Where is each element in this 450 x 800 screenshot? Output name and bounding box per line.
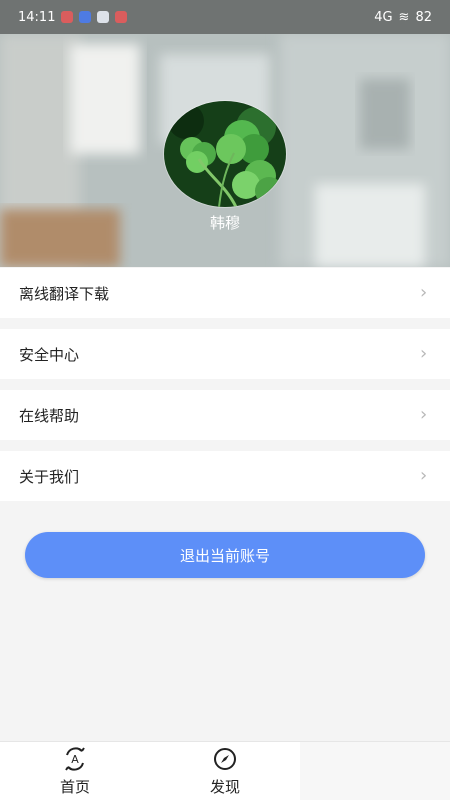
profile-header: 韩穆: [0, 34, 450, 267]
app-icon: [79, 11, 92, 23]
menu-item-label: 离线翻译下载: [19, 284, 110, 303]
notification-icon: [61, 11, 74, 23]
chevron-right-icon: ›: [420, 343, 428, 364]
clover-image: [164, 101, 286, 207]
network-text: 4G: [374, 9, 393, 25]
empty-tab-area: [300, 742, 450, 800]
wifi-icon: ≋: [398, 9, 410, 25]
chevron-right-icon: ›: [420, 465, 428, 486]
time-text: 14:11: [18, 9, 56, 25]
menu-item-label: 安全中心: [19, 345, 80, 364]
translate-icon: A: [65, 747, 85, 771]
bottom-tab-bar: A 首页 发现: [0, 741, 450, 800]
security-center-item[interactable]: 安全中心 ›: [0, 329, 450, 379]
message-icon: [97, 11, 110, 23]
tab-label: 发现: [209, 778, 240, 796]
tab-discover[interactable]: 发现: [150, 742, 300, 800]
menu-item-label: 在线帮助: [19, 406, 80, 425]
logout-button[interactable]: 退出当前账号: [25, 532, 425, 578]
username: 韩穆: [209, 214, 240, 232]
chevron-right-icon: ›: [420, 404, 428, 425]
about-us-item[interactable]: 关于我们 ›: [0, 451, 450, 501]
menu-item-label: 关于我们: [19, 467, 80, 486]
avatar[interactable]: [164, 101, 286, 207]
chevron-right-icon: ›: [420, 282, 428, 303]
compass-icon: [214, 748, 236, 770]
notification-icon-2: [115, 11, 128, 23]
tab-label: 首页: [59, 778, 90, 796]
online-help-item[interactable]: 在线帮助 ›: [0, 390, 450, 440]
tab-home[interactable]: A 首页: [0, 742, 150, 800]
offline-translation-download-item[interactable]: 离线翻译下载 ›: [0, 268, 450, 318]
settings-menu: 离线翻译下载 › 安全中心 › 在线帮助 › 关于我们 ›: [0, 268, 450, 512]
svg-text:A: A: [71, 753, 79, 766]
status-bar: 14:11 4G ≋ 82: [0, 0, 450, 34]
battery-text: 82: [415, 9, 432, 25]
